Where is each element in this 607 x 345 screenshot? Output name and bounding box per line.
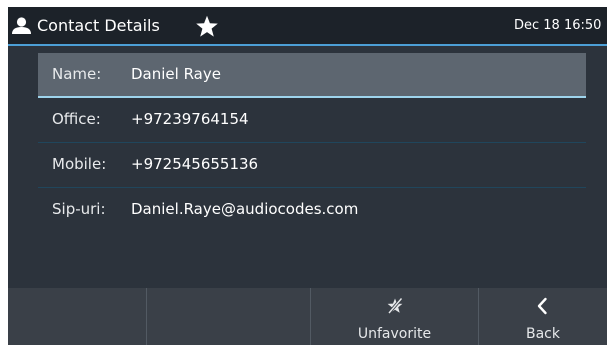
detail-value: Daniel.Raye@audiocodes.com [131,200,359,218]
contact-details-list: Name: Daniel Raye Office: +97239764154 M… [38,53,586,233]
star-icon[interactable] [195,15,219,38]
detail-label: Mobile: [52,155,107,173]
softkey-1-empty[interactable] [8,288,147,345]
phone-screen: Contact Details Dec 18 16:50 Name: Danie… [8,7,607,345]
user-icon [12,17,31,34]
detail-row-office[interactable]: Office: +97239764154 [38,98,586,143]
detail-label: Sip-uri: [52,200,106,218]
detail-value: +97239764154 [131,110,249,128]
softkey-2-empty[interactable] [147,288,311,345]
status-bar: Contact Details Dec 18 16:50 [8,7,607,46]
unfavorite-button[interactable]: Unfavorite [311,288,479,345]
detail-row-sip-uri[interactable]: Sip-uri: Daniel.Raye@audiocodes.com [38,188,586,233]
star-slash-icon [387,297,403,315]
detail-row-mobile[interactable]: Mobile: +972545655136 [38,143,586,188]
detail-value: Daniel Raye [131,65,221,83]
unfavorite-label: Unfavorite [357,326,432,342]
detail-value: +972545655136 [131,155,259,173]
chevron-left-icon [537,297,547,315]
phone-screenshot: Contact Details Dec 18 16:50 Name: Danie… [0,0,607,345]
date-time: Dec 18 16:50 [514,18,602,33]
softkey-bar: Unfavorite Back [8,288,607,345]
detail-label: Office: [52,110,101,128]
detail-label: Name: [52,65,102,83]
back-label: Back [526,326,560,342]
detail-row-name[interactable]: Name: Daniel Raye [38,53,586,98]
page-title: Contact Details [37,16,160,35]
back-button[interactable]: Back [479,288,607,345]
